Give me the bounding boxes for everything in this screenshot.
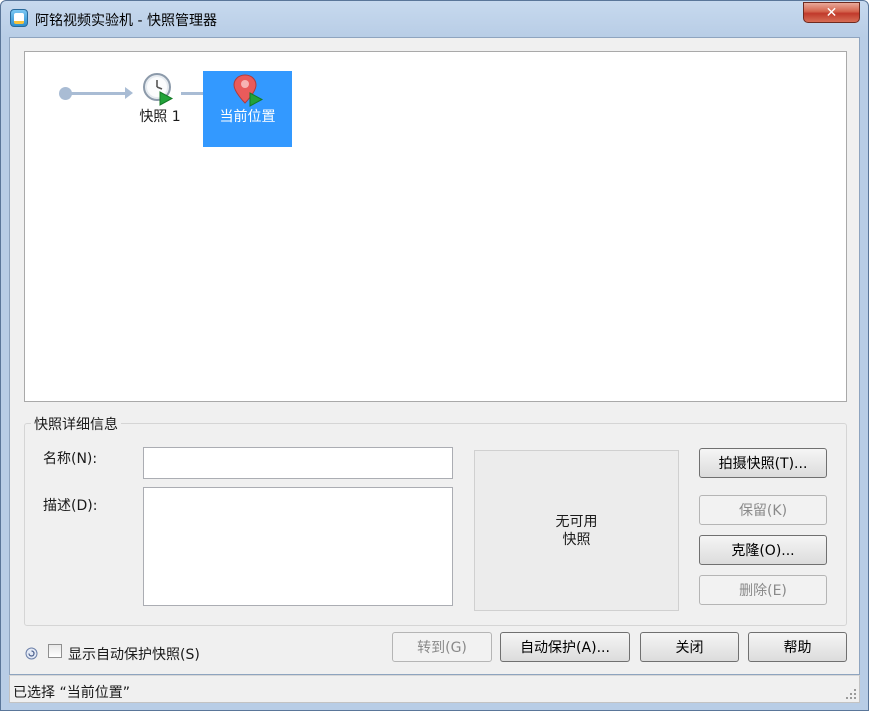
clone-button[interactable]: 克隆(O)... bbox=[699, 535, 827, 565]
snapshot-node-label: 快照 1 bbox=[139, 109, 181, 125]
name-input[interactable] bbox=[143, 447, 453, 479]
app-icon bbox=[10, 9, 28, 27]
snapshot-node-1[interactable]: 快照 1 bbox=[131, 72, 189, 128]
snapshot-details-group: 快照详细信息 名称(N): 描述(D): 无可用 快照 拍摄快照(T)... 保… bbox=[24, 414, 847, 626]
name-label: 名称(N): bbox=[43, 451, 98, 467]
description-textarea[interactable] bbox=[143, 487, 453, 606]
autoprotect-button[interactable]: 自动保护(A)... bbox=[500, 632, 630, 662]
help-button[interactable]: 帮助 bbox=[748, 632, 847, 662]
snapshot-manager-window: 阿铭视频实验机 - 快照管理器 ✕ 快照 1 当前位置 快照详细信息 名称(N)… bbox=[0, 0, 869, 711]
close-button[interactable]: 关闭 bbox=[640, 632, 739, 662]
snapshot-tree[interactable]: 快照 1 当前位置 bbox=[24, 51, 847, 402]
preview-text-line1: 无可用 bbox=[555, 513, 598, 530]
resize-grip-icon[interactable] bbox=[845, 688, 857, 700]
current-state-node[interactable]: 当前位置 bbox=[203, 71, 292, 147]
keep-button[interactable]: 保留(K) bbox=[699, 495, 827, 525]
show-autoprotect-label[interactable]: 显示自动保护快照(S) bbox=[68, 644, 200, 664]
delete-button[interactable]: 删除(E) bbox=[699, 575, 827, 605]
current-state-label: 当前位置 bbox=[219, 109, 276, 125]
window-title: 阿铭视频实验机 - 快照管理器 bbox=[35, 13, 217, 29]
take-snapshot-button[interactable]: 拍摄快照(T)... bbox=[699, 448, 827, 478]
show-autoprotect-checkbox[interactable] bbox=[48, 644, 62, 658]
description-label: 描述(D): bbox=[43, 498, 98, 514]
location-pin-icon bbox=[233, 74, 264, 107]
window-close-button[interactable]: ✕ bbox=[803, 2, 860, 23]
status-text: 已选择 “当前位置” bbox=[13, 685, 130, 701]
status-bar: 已选择 “当前位置” bbox=[9, 675, 860, 703]
autoprotect-info-icon bbox=[25, 647, 38, 660]
client-area: 快照 1 当前位置 快照详细信息 名称(N): 描述(D): 无可用 快照 拍摄… bbox=[9, 37, 860, 675]
title-bar: 阿铭视频实验机 - 快照管理器 ✕ bbox=[1, 1, 868, 37]
goto-button[interactable]: 转到(G) bbox=[392, 632, 492, 662]
timeline-connector bbox=[71, 92, 129, 95]
preview-text-line2: 快照 bbox=[562, 531, 591, 548]
snapshot-clock-icon bbox=[143, 73, 174, 106]
snapshot-preview: 无可用 快照 bbox=[474, 450, 679, 611]
details-legend: 快照详细信息 bbox=[31, 414, 121, 434]
